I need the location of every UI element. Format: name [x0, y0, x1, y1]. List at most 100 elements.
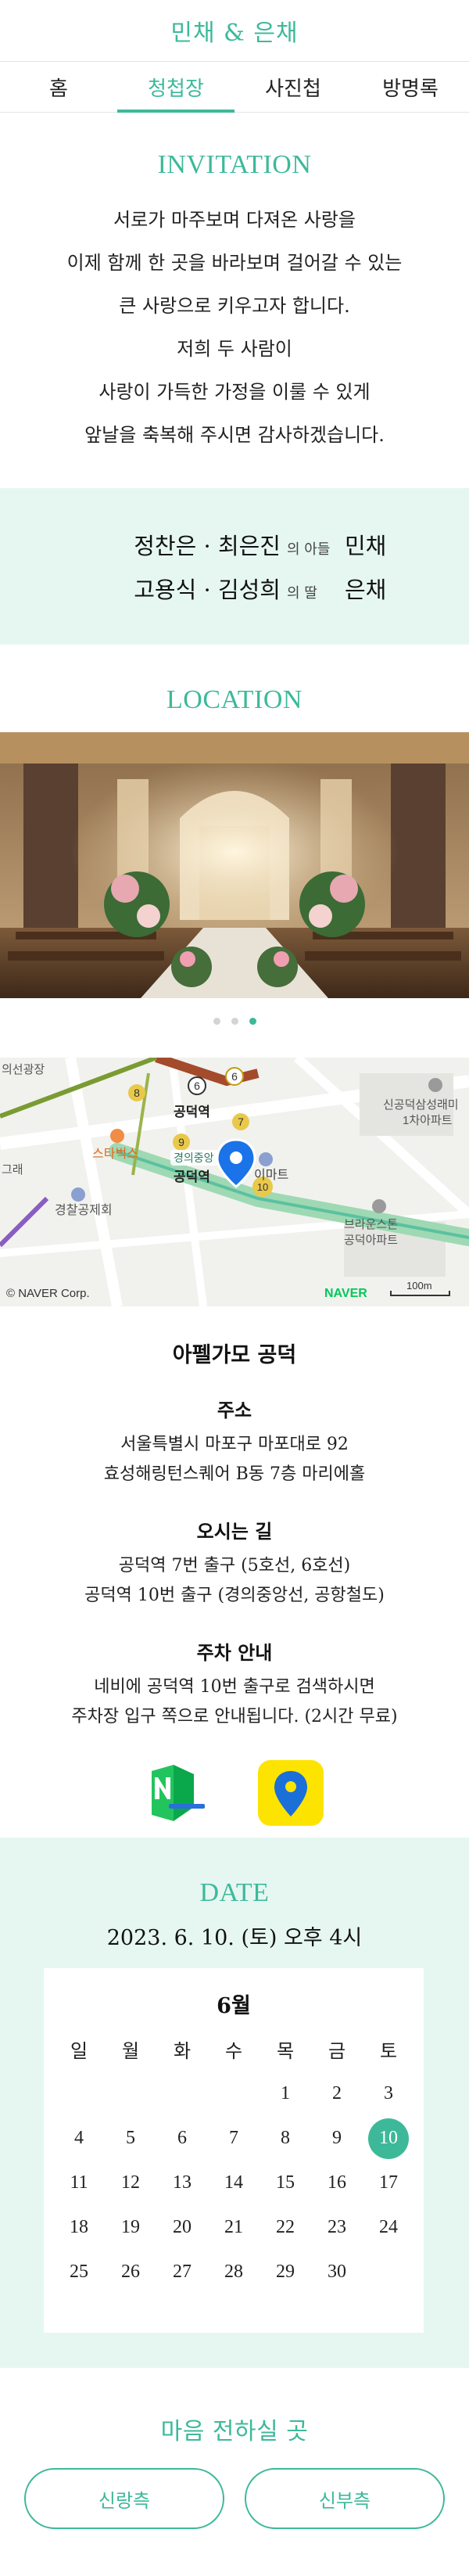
venue-name: 아펠가모 공덕	[172, 1343, 297, 1367]
tab-invitation[interactable]: 청첩장	[117, 62, 234, 113]
calendar-day: 17	[379, 2172, 398, 2193]
calendar-day: 2	[332, 2083, 342, 2104]
map-line-6a: 6	[194, 1080, 200, 1092]
calendar-day: 15	[276, 2172, 295, 2193]
directions-line: 공덕역 10번 출구 (경의중앙선, 공항철도)	[84, 1586, 385, 1605]
calendar-day: 14	[224, 2172, 243, 2193]
message-line: 큰 사랑으로 키우고자 합니다.	[119, 295, 350, 317]
calendar-empty-cell	[53, 2071, 105, 2116]
address-heading: 주소	[217, 1399, 252, 1421]
bride-family-row: 고용식 · 김성희 의 딸 은채	[70, 572, 399, 605]
address-line: 효성해링턴스퀘어 B동 7층 마리에홀	[103, 1464, 366, 1484]
map-line-8: 8	[134, 1087, 140, 1099]
calendar-empty-cell	[105, 2071, 156, 2116]
calendar-day: 24	[379, 2217, 398, 2237]
calendar-day: 19	[121, 2217, 140, 2237]
account-section: 마음 전하실 곳 신랑측 신부측	[0, 2368, 469, 2576]
bride-parents: 고용식 · 김성희	[134, 577, 281, 603]
naver-map-app-button[interactable]	[145, 1760, 211, 1826]
map-starbucks-label: 스타벅스	[92, 1147, 138, 1161]
calendar-day: 13	[173, 2172, 192, 2193]
parking-text: 네비에 공덕역 10번 출구로 검색하시면 주차장 입구 쪽으로 안내됩니다. …	[0, 1672, 469, 1732]
message-line: 이제 함께 한 곳을 바라보며 걸어갈 수 있는	[66, 252, 403, 274]
parking-line: 주차장 입구 쪽으로 안내됩니다. (2시간 무료)	[71, 1707, 398, 1726]
calendar-day-selected: 10	[363, 2116, 414, 2161]
tab-bar: 홈 청첩장 사진첩 방명록	[0, 61, 469, 113]
map-station-label: 공덕역	[174, 1169, 210, 1184]
calendar-day: 4	[74, 2128, 84, 2148]
venue-info: 아펠가모 공덕 주소 서울특별시 마포구 마포대로 92 효성해링턴스퀘어 B동…	[0, 1338, 469, 1826]
map-plaza-label: 의선광장	[2, 1063, 45, 1076]
message-line: 저희 두 사람이	[177, 338, 292, 360]
address-text: 서울특별시 마포구 마포대로 92 효성해링턴스퀘어 B동 7층 마리에홀	[0, 1430, 469, 1489]
calendar-weekday: 월	[121, 2042, 140, 2062]
carousel-dot[interactable]	[213, 1017, 220, 1025]
calendar-weekday: 토	[379, 2042, 398, 2062]
directions-heading: 오시는 길	[196, 1520, 273, 1543]
map-grae-label: 그래	[2, 1163, 23, 1177]
bride-account-button[interactable]: 신부측	[245, 2468, 445, 2529]
map-police-label: 경찰공제회	[55, 1203, 113, 1217]
calendar-weekday: 목	[276, 2042, 295, 2062]
directions-line: 공덕역 7번 출구 (5호선, 6호선)	[118, 1556, 351, 1575]
groom-name: 민채	[345, 533, 387, 559]
bride-relation: 의 딸	[287, 585, 317, 602]
map-apt2-label: 브라운스톤	[344, 1218, 398, 1231]
families-box: 정찬은 · 최은진 의 아들 민채 고용식 · 김성희 의 딸 은채	[0, 488, 469, 645]
venue-hall-photo	[0, 732, 469, 998]
map-line-10: 10	[257, 1181, 268, 1193]
groom-parents: 정찬은 · 최은진	[134, 533, 281, 559]
map-line-9: 9	[178, 1136, 184, 1148]
navigation-apps	[0, 1760, 469, 1826]
account-title: 마음 전하실 곳	[160, 2418, 309, 2445]
location-title: LOCATION	[166, 685, 303, 714]
bride-name: 은채	[345, 577, 387, 603]
calendar-day: 3	[384, 2083, 393, 2104]
tab-album[interactable]: 사진첩	[234, 62, 352, 112]
calendar-weekday: 금	[328, 2042, 346, 2062]
calendar-day: 28	[224, 2262, 243, 2282]
calendar-day: 21	[224, 2217, 243, 2237]
calendar-empty-cell	[208, 2071, 260, 2116]
calendar-day: 18	[70, 2217, 88, 2237]
kakao-map-icon	[274, 1771, 307, 1816]
invitation-message: 서로가 마주보며 다져온 사랑을 이제 함께 한 곳을 바라보며 걸어갈 수 있…	[0, 199, 469, 457]
calendar-day: 7	[229, 2128, 238, 2148]
calendar-day: 1	[281, 2083, 290, 2104]
map-apt2b-label: 공덕아파트	[344, 1234, 398, 1247]
calendar: 6월 일 월 화 수 목 금 토 1 2 3 4 5 6 7 8 9 10 11 12 13 14 15 16 17 18 19 2…	[44, 1968, 424, 2333]
address-line: 서울특별시 마포구 마포대로 92	[120, 1435, 349, 1454]
venue-photo-carousel[interactable]	[0, 732, 469, 998]
calendar-day: 8	[281, 2128, 290, 2148]
map-canvas: 6 6 7 8 9 10 공덕역 공덕역 경의중앙 스타벅스 이마트 경찰공제회…	[0, 1058, 469, 1306]
groom-family-row: 정찬은 · 최은진 의 아들 민채	[70, 528, 399, 561]
naver-logo: NAVER	[324, 1287, 367, 1300]
naver-map-icon	[152, 1765, 205, 1821]
map-apt1b-label: 1차아파트	[403, 1114, 453, 1127]
message-line: 앞날을 축복해 주시면 감사하겠습니다.	[84, 424, 385, 446]
parking-line: 네비에 공덕역 10번 출구로 검색하시면	[94, 1677, 375, 1697]
calendar-day: 5	[126, 2128, 135, 2148]
venue-map[interactable]: 6 6 7 8 9 10 공덕역 공덕역 경의중앙 스타벅스 이마트 경찰공제회…	[0, 1058, 469, 1306]
groom-account-button[interactable]: 신랑측	[24, 2468, 224, 2529]
calendar-day: 26	[121, 2262, 140, 2282]
map-station-label: 공덕역	[174, 1105, 210, 1119]
calendar-day: 9	[332, 2128, 342, 2148]
calendar-day: 16	[328, 2172, 346, 2193]
map-copyright: © NAVER Corp.	[6, 1287, 90, 1300]
calendar-day: 23	[328, 2217, 346, 2237]
tab-guestbook[interactable]: 방명록	[352, 62, 469, 112]
calendar-day: 6	[177, 2128, 187, 2148]
calendar-grid: 일 월 화 수 목 금 토 1 2 3 4 5 6 7 8 9 10 11 12 13 14 15 16 17 18 19 20 21…	[53, 2027, 414, 2294]
map-apt1-label: 신공덕삼성래미	[383, 1098, 459, 1112]
tab-home[interactable]: 홈	[0, 62, 117, 112]
kakao-map-app-button[interactable]	[258, 1760, 324, 1826]
date-section: DATE 2023. 6. 10. (토) 오후 4시 6월 일월화수목금토12…	[0, 1838, 469, 2368]
calendar-day: 22	[276, 2217, 295, 2237]
carousel-dot-active[interactable]	[249, 1017, 256, 1025]
carousel-dot[interactable]	[231, 1017, 238, 1025]
date-title: DATE	[199, 1878, 270, 1907]
wedding-datetime: 2023. 6. 10. (토) 오후 4시	[106, 1926, 363, 1950]
groom-relation: 의 아들	[287, 541, 331, 558]
invitation-section: INVITATION 서로가 마주보며 다져온 사랑을 이제 함께 한 곳을 바…	[0, 113, 469, 645]
